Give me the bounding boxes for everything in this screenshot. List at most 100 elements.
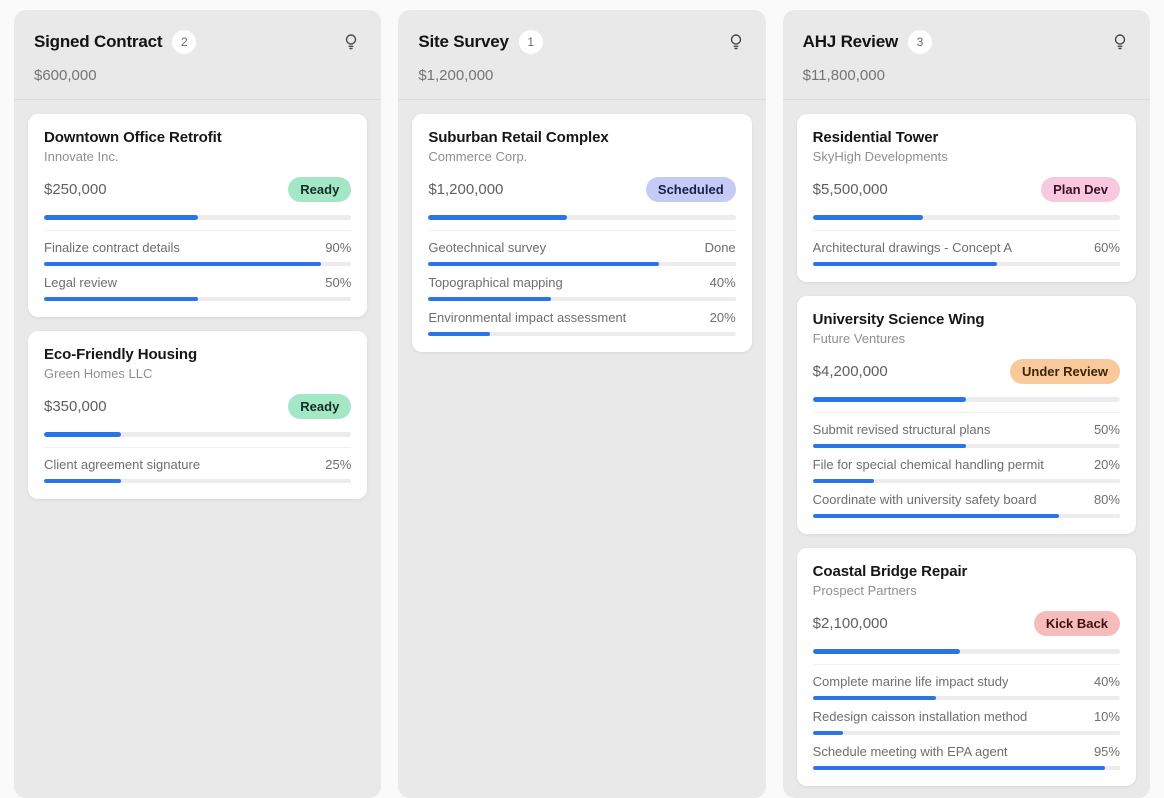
- column-signed-contract: Signed Contract 2 $600,000 Downtown Offi…: [14, 10, 381, 798]
- status-badge: Under Review: [1010, 359, 1120, 384]
- task-row: Coordinate with university safety board …: [813, 483, 1120, 518]
- card-company: SkyHigh Developments: [813, 149, 1120, 164]
- task-row: Geotechnical survey Done: [428, 231, 735, 266]
- column-count-badge: 2: [172, 30, 196, 54]
- task-label: Geotechnical survey: [428, 240, 546, 255]
- deal-card[interactable]: Suburban Retail Complex Commerce Corp. $…: [412, 114, 751, 352]
- task-row: Legal review 50%: [44, 266, 351, 301]
- card-title: Eco-Friendly Housing: [44, 346, 351, 363]
- deal-progress-bar: [44, 432, 351, 437]
- deal-card[interactable]: Downtown Office Retrofit Innovate Inc. $…: [28, 114, 367, 317]
- task-row: Architectural drawings - Concept A 60%: [813, 231, 1120, 266]
- deal-card[interactable]: Residential Tower SkyHigh Developments $…: [797, 114, 1136, 282]
- card-title: Downtown Office Retrofit: [44, 129, 351, 146]
- task-label: File for special chemical handling permi…: [813, 457, 1044, 472]
- task-label: Finalize contract details: [44, 240, 180, 255]
- status-badge: Ready: [288, 394, 351, 419]
- task-label: Legal review: [44, 275, 117, 290]
- task-progress-bar: [813, 262, 1120, 266]
- task-value: 80%: [1094, 492, 1120, 507]
- task-row: Client agreement signature 25%: [44, 448, 351, 483]
- task-label: Topographical mapping: [428, 275, 562, 290]
- card-company: Innovate Inc.: [44, 149, 351, 164]
- task-value: 40%: [1094, 674, 1120, 689]
- deal-progress-fill: [44, 432, 121, 437]
- card-title: Residential Tower: [813, 129, 1120, 146]
- deal-progress-bar: [813, 649, 1120, 654]
- deal-card[interactable]: Coastal Bridge Repair Prospect Partners …: [797, 548, 1136, 786]
- task-row: Schedule meeting with EPA agent 95%: [813, 735, 1120, 770]
- task-row: Environmental impact assessment 20%: [428, 301, 735, 336]
- task-progress-bar: [813, 514, 1120, 518]
- card-value-row: $2,100,000 Kick Back: [813, 611, 1120, 636]
- deal-card[interactable]: Eco-Friendly Housing Green Homes LLC $35…: [28, 331, 367, 499]
- column-total: $600,000: [34, 67, 361, 84]
- card-company: Commerce Corp.: [428, 149, 735, 164]
- column-header: Site Survey 1 $1,200,000: [398, 10, 765, 100]
- card-value: $4,200,000: [813, 363, 888, 380]
- card-value: $350,000: [44, 398, 107, 415]
- column-ahj-review: AHJ Review 3 $11,800,000 Residential Tow…: [783, 10, 1150, 798]
- task-label: Schedule meeting with EPA agent: [813, 744, 1008, 759]
- task-list: Client agreement signature 25%: [44, 447, 351, 483]
- card-company: Future Ventures: [813, 331, 1120, 346]
- task-label: Coordinate with university safety board: [813, 492, 1037, 507]
- card-value-row: $4,200,000 Under Review: [813, 359, 1120, 384]
- task-progress-fill: [813, 514, 1059, 518]
- task-value: 25%: [325, 457, 351, 472]
- task-label: Complete marine life impact study: [813, 674, 1009, 689]
- task-value: 90%: [325, 240, 351, 255]
- task-list: Submit revised structural plans 50% File…: [813, 412, 1120, 518]
- task-row: Topographical mapping 40%: [428, 266, 735, 301]
- task-progress-fill: [428, 332, 489, 336]
- task-label: Client agreement signature: [44, 457, 200, 472]
- card-value-row: $1,200,000 Scheduled: [428, 177, 735, 202]
- deal-progress-bar: [44, 215, 351, 220]
- lightbulb-icon[interactable]: [726, 32, 746, 52]
- lightbulb-icon[interactable]: [1110, 32, 1130, 52]
- column-body: Suburban Retail Complex Commerce Corp. $…: [398, 100, 765, 366]
- card-value: $2,100,000: [813, 615, 888, 632]
- column-header: AHJ Review 3 $11,800,000: [783, 10, 1150, 100]
- status-badge: Scheduled: [646, 177, 736, 202]
- deal-card[interactable]: University Science Wing Future Ventures …: [797, 296, 1136, 534]
- column-site-survey: Site Survey 1 $1,200,000 Suburban Retail…: [398, 10, 765, 798]
- task-label: Environmental impact assessment: [428, 310, 626, 325]
- task-label: Submit revised structural plans: [813, 422, 991, 437]
- column-title: Signed Contract: [34, 32, 162, 52]
- column-header: Signed Contract 2 $600,000: [14, 10, 381, 100]
- status-badge: Ready: [288, 177, 351, 202]
- column-title: Site Survey: [418, 32, 508, 52]
- task-list: Finalize contract details 90% Legal revi…: [44, 230, 351, 301]
- deal-progress-bar: [813, 215, 1120, 220]
- task-progress-bar: [44, 479, 351, 483]
- card-value: $250,000: [44, 181, 107, 198]
- task-progress-bar: [428, 332, 735, 336]
- deal-progress-fill: [813, 649, 961, 654]
- task-value: 60%: [1094, 240, 1120, 255]
- task-progress-fill: [44, 297, 198, 301]
- task-row: Complete marine life impact study 40%: [813, 665, 1120, 700]
- card-value-row: $250,000 Ready: [44, 177, 351, 202]
- card-company: Green Homes LLC: [44, 366, 351, 381]
- card-company: Prospect Partners: [813, 583, 1120, 598]
- column-count-badge: 1: [519, 30, 543, 54]
- task-value: 50%: [1094, 422, 1120, 437]
- task-value: 20%: [710, 310, 736, 325]
- card-value: $5,500,000: [813, 181, 888, 198]
- task-row: Finalize contract details 90%: [44, 231, 351, 266]
- card-title: Suburban Retail Complex: [428, 129, 735, 146]
- lightbulb-icon[interactable]: [341, 32, 361, 52]
- card-title: Coastal Bridge Repair: [813, 563, 1120, 580]
- task-list: Architectural drawings - Concept A 60%: [813, 230, 1120, 266]
- column-body: Downtown Office Retrofit Innovate Inc. $…: [14, 100, 381, 513]
- task-value: 50%: [325, 275, 351, 290]
- card-value-row: $5,500,000 Plan Dev: [813, 177, 1120, 202]
- task-value: 40%: [710, 275, 736, 290]
- task-row: File for special chemical handling permi…: [813, 448, 1120, 483]
- task-list: Geotechnical survey Done Topographical m…: [428, 230, 735, 336]
- card-value-row: $350,000 Ready: [44, 394, 351, 419]
- task-row: Submit revised structural plans 50%: [813, 413, 1120, 448]
- card-title: University Science Wing: [813, 311, 1120, 328]
- task-progress-fill: [813, 766, 1105, 770]
